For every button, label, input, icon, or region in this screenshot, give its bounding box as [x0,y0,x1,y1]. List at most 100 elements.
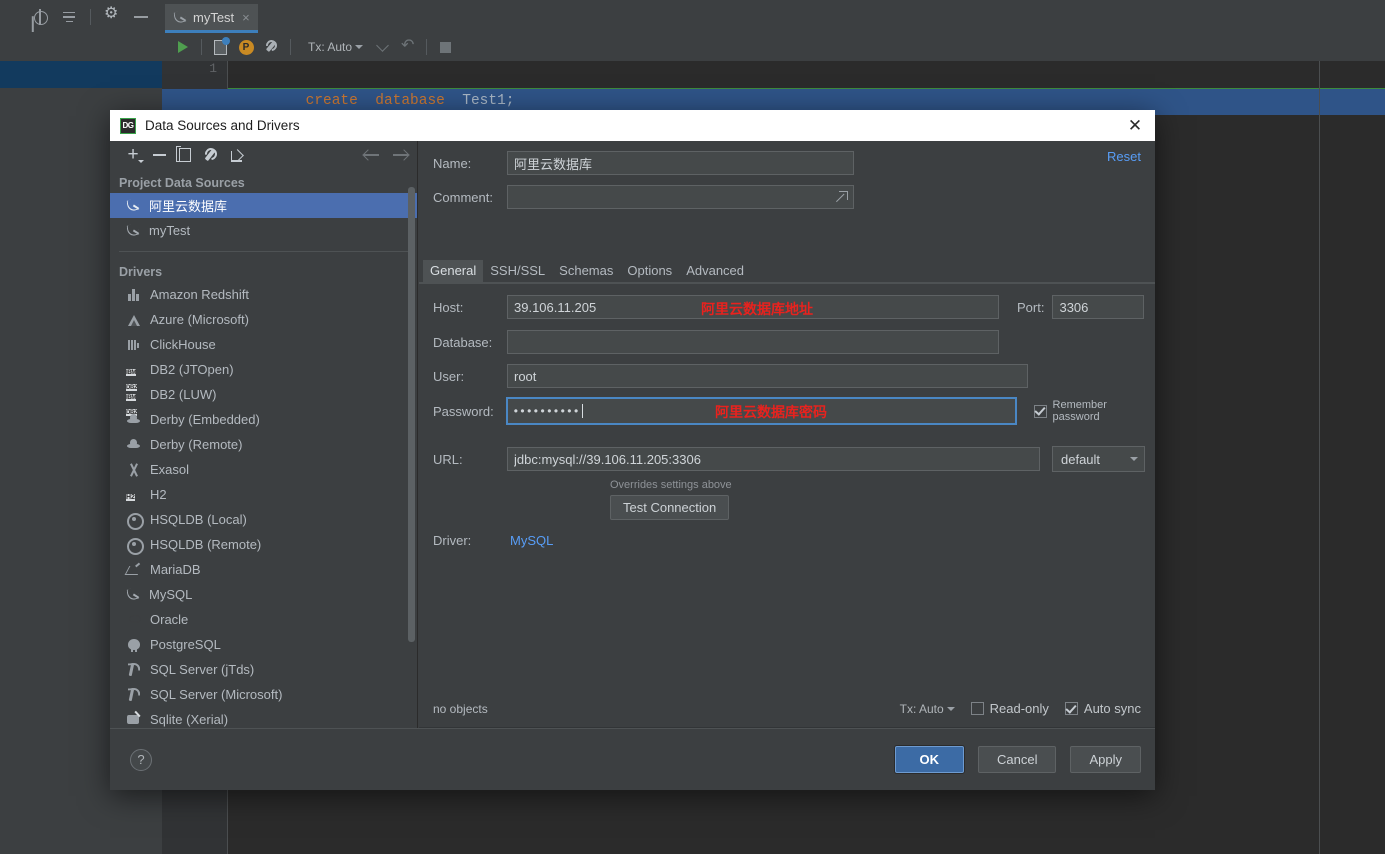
help-button[interactable]: ? [130,748,152,771]
user-row: User: [433,364,1028,388]
sources-tree[interactable]: Project Data Sources 阿里云数据库 myTest Drive… [110,169,417,728]
driver-hsqldb-remote[interactable]: HSQLDB (Remote) [110,532,417,557]
console-icon[interactable] [207,35,233,59]
clickhouse-icon [126,337,142,353]
driver-field-label: Driver: [433,533,472,548]
footer-buttons: OK Cancel Apply [894,746,1141,773]
stop-icon[interactable] [432,35,458,59]
url-scheme-dropdown[interactable]: default [1052,446,1145,472]
line-number: 1 [209,61,217,76]
parameters-icon[interactable]: P [233,35,259,59]
driver-h2[interactable]: H2 H2 [110,482,417,507]
driver-properties-icon[interactable] [198,144,224,166]
driver-sqlserver-jtds[interactable]: SQL Server (jTds) [110,657,417,682]
editor-tab-label: myTest [193,9,235,25]
data-source-mytest[interactable]: myTest [110,218,417,243]
driver-label: HSQLDB (Local) [150,512,247,527]
commit-icon[interactable] [369,35,395,59]
driver-hsqldb-local[interactable]: HSQLDB (Local) [110,507,417,532]
driver-db2-jtopen[interactable]: IBM DB2 DB2 (JTOpen) [110,357,417,391]
toolbar-separator [290,39,291,55]
comment-input[interactable] [507,185,854,209]
driver-derby-remote[interactable]: Derby (Remote) [110,432,417,457]
driver-mysql[interactable]: MySQL [110,582,417,607]
port-label: Port: [1017,299,1045,315]
driver-oracle[interactable]: Oracle [110,607,417,632]
derby-icon [126,437,142,453]
cancel-button[interactable]: Cancel [978,746,1057,773]
duplicate-icon[interactable] [172,144,198,166]
reset-button[interactable]: Reset [1107,149,1141,164]
name-input[interactable] [507,151,854,175]
name-label: Name: [433,155,472,171]
driver-derby-embedded[interactable]: Derby (Embedded) [110,407,417,432]
database-input[interactable] [507,330,999,354]
azure-icon [126,312,142,328]
tab-advanced[interactable]: Advanced [679,260,751,282]
close-icon[interactable]: × [242,10,250,25]
auto-sync-checkbox[interactable] [1064,702,1078,715]
tab-general[interactable]: General [423,260,484,282]
apply-button[interactable]: Apply [1070,746,1141,773]
driver-exasol[interactable]: Exasol [110,457,417,482]
database-row: Database: [433,330,999,354]
host-label: Host: [433,299,464,315]
tab-options[interactable]: Options [620,260,679,282]
run-icon[interactable] [170,35,196,59]
tree-scrollbar[interactable] [408,141,415,728]
nav-back-icon[interactable] [363,148,380,162]
user-input[interactable] [507,364,1028,388]
driver-postgresql[interactable]: PostgreSQL [110,632,417,657]
code-token: Test1; [462,93,515,109]
data-source-aliyun[interactable]: 阿里云数据库 [110,193,417,218]
scrollbar-thumb[interactable] [408,187,415,642]
tx-mode-selector[interactable]: Tx: Auto [302,40,369,54]
sqlserver-icon [126,662,142,678]
status-controls: Tx: Auto Read-only Auto sync [900,701,1141,716]
driver-azure[interactable]: Azure (Microsoft) [110,307,417,332]
password-masked-value: •••••••••• [513,404,581,418]
expand-icon[interactable] [837,191,848,202]
rollback-icon[interactable] [395,35,421,59]
tab-ssh-ssl[interactable]: SSH/SSL [483,260,552,282]
driver-label: MariaDB [150,562,201,577]
tx-mode-label: Tx: Auto [308,40,353,54]
driver-sqlite-xerial[interactable]: Sqlite (Xerial) [110,707,417,728]
ok-button[interactable]: OK [894,746,964,773]
remove-icon[interactable] [146,144,172,166]
db2-icon: IBM DB2 [126,393,138,416]
remember-password-checkbox[interactable] [1033,404,1047,418]
status-tx-selector[interactable]: Tx: Auto [900,702,955,716]
driver-sqlserver-microsoft[interactable]: SQL Server (Microsoft) [110,682,417,707]
driver-label: Amazon Redshift [150,287,249,302]
port-input[interactable] [1052,295,1145,319]
mariadb-icon [126,562,142,578]
group-drivers: Drivers [119,265,163,279]
driver-mariadb[interactable]: MariaDB [110,557,417,582]
import-icon[interactable] [224,144,250,166]
tab-schemas[interactable]: Schemas [552,260,620,282]
driver-amazon-redshift[interactable]: Amazon Redshift [110,282,417,307]
wrench-icon[interactable] [259,35,285,59]
test-connection-button[interactable]: Test Connection [610,495,730,520]
locate-icon[interactable] [32,8,48,25]
read-only-checkbox[interactable] [970,702,984,715]
mysql-dolphin-icon [126,198,141,213]
auto-sync-label: Auto sync [1083,701,1141,716]
url-input[interactable] [507,447,1040,471]
driver-clickhouse[interactable]: ClickHouse [110,332,417,357]
sql-run-toolbar: P Tx: Auto [162,33,1385,61]
status-line: no objects Tx: Auto Read-only Auto sync [419,690,1155,728]
code-line-1: create database Test1; [228,61,515,109]
add-icon[interactable]: + [120,144,146,166]
data-sources-dialog: DG Data Sources and Drivers ✕ + Project … [110,110,1155,790]
editor-tab-mytest[interactable]: myTest × [165,4,258,33]
nav-forward-icon[interactable] [392,148,409,162]
collapse-all-icon[interactable] [61,9,77,25]
hide-icon[interactable] [133,9,149,25]
settings-gear-icon[interactable] [104,6,120,25]
driver-db2-luw[interactable]: IBM DB2 DB2 (LUW) [110,382,417,416]
driver-link[interactable]: MySQL [510,533,553,548]
close-icon[interactable]: ✕ [1125,116,1145,136]
sqlserver-icon [126,687,142,703]
